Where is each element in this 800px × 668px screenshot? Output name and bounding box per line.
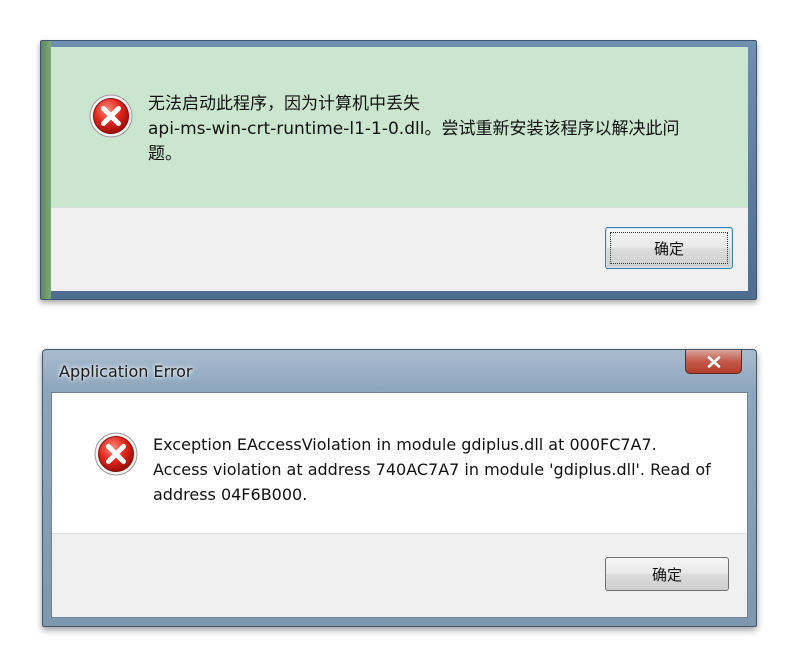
ok-button-label: 确定: [653, 239, 684, 258]
window-title: Application Error: [59, 362, 193, 381]
dialog-client-area: 无法启动此程序，因为计算机中丢失 api-ms-win-crt-runtime-…: [51, 47, 748, 291]
dialog-client-area: Exception EAccessViolation in module gdi…: [51, 392, 748, 618]
ok-button-label: 确定: [651, 565, 682, 584]
ok-button[interactable]: 确定: [605, 227, 733, 269]
application-error-dialog: Application Error Exception EAccessViola…: [42, 349, 757, 627]
title-bar[interactable]: Application Error: [43, 350, 756, 392]
message-line-2: Access violation at address 740AC7A7 in …: [153, 460, 711, 479]
message-line-3: 题。: [148, 144, 182, 164]
message-line-2: api-ms-win-crt-runtime-l1-1-0.dll。尝试重新安装…: [148, 119, 680, 139]
window-frame-edge: [41, 41, 51, 299]
error-icon: [89, 94, 133, 138]
error-message: Exception EAccessViolation in module gdi…: [153, 432, 733, 507]
message-area: Exception EAccessViolation in module gdi…: [52, 393, 747, 533]
message-area: 无法启动此程序，因为计算机中丢失 api-ms-win-crt-runtime-…: [51, 47, 748, 207]
missing-dll-dialog: 无法启动此程序，因为计算机中丢失 api-ms-win-crt-runtime-…: [40, 40, 757, 300]
button-bar: 确定: [52, 533, 747, 617]
screenshot-stage: 无法启动此程序，因为计算机中丢失 api-ms-win-crt-runtime-…: [0, 0, 800, 668]
close-icon: [707, 355, 720, 368]
error-icon: [94, 432, 138, 476]
message-line-1: 无法启动此程序，因为计算机中丢失: [148, 94, 420, 114]
button-bar: 确定: [51, 207, 748, 291]
message-line-1: Exception EAccessViolation in module gdi…: [153, 435, 657, 454]
message-line-3: address 04F6B000.: [153, 485, 308, 504]
ok-button[interactable]: 确定: [605, 557, 729, 591]
error-message: 无法启动此程序，因为计算机中丢失 api-ms-win-crt-runtime-…: [148, 92, 708, 167]
close-button[interactable]: [685, 350, 742, 374]
